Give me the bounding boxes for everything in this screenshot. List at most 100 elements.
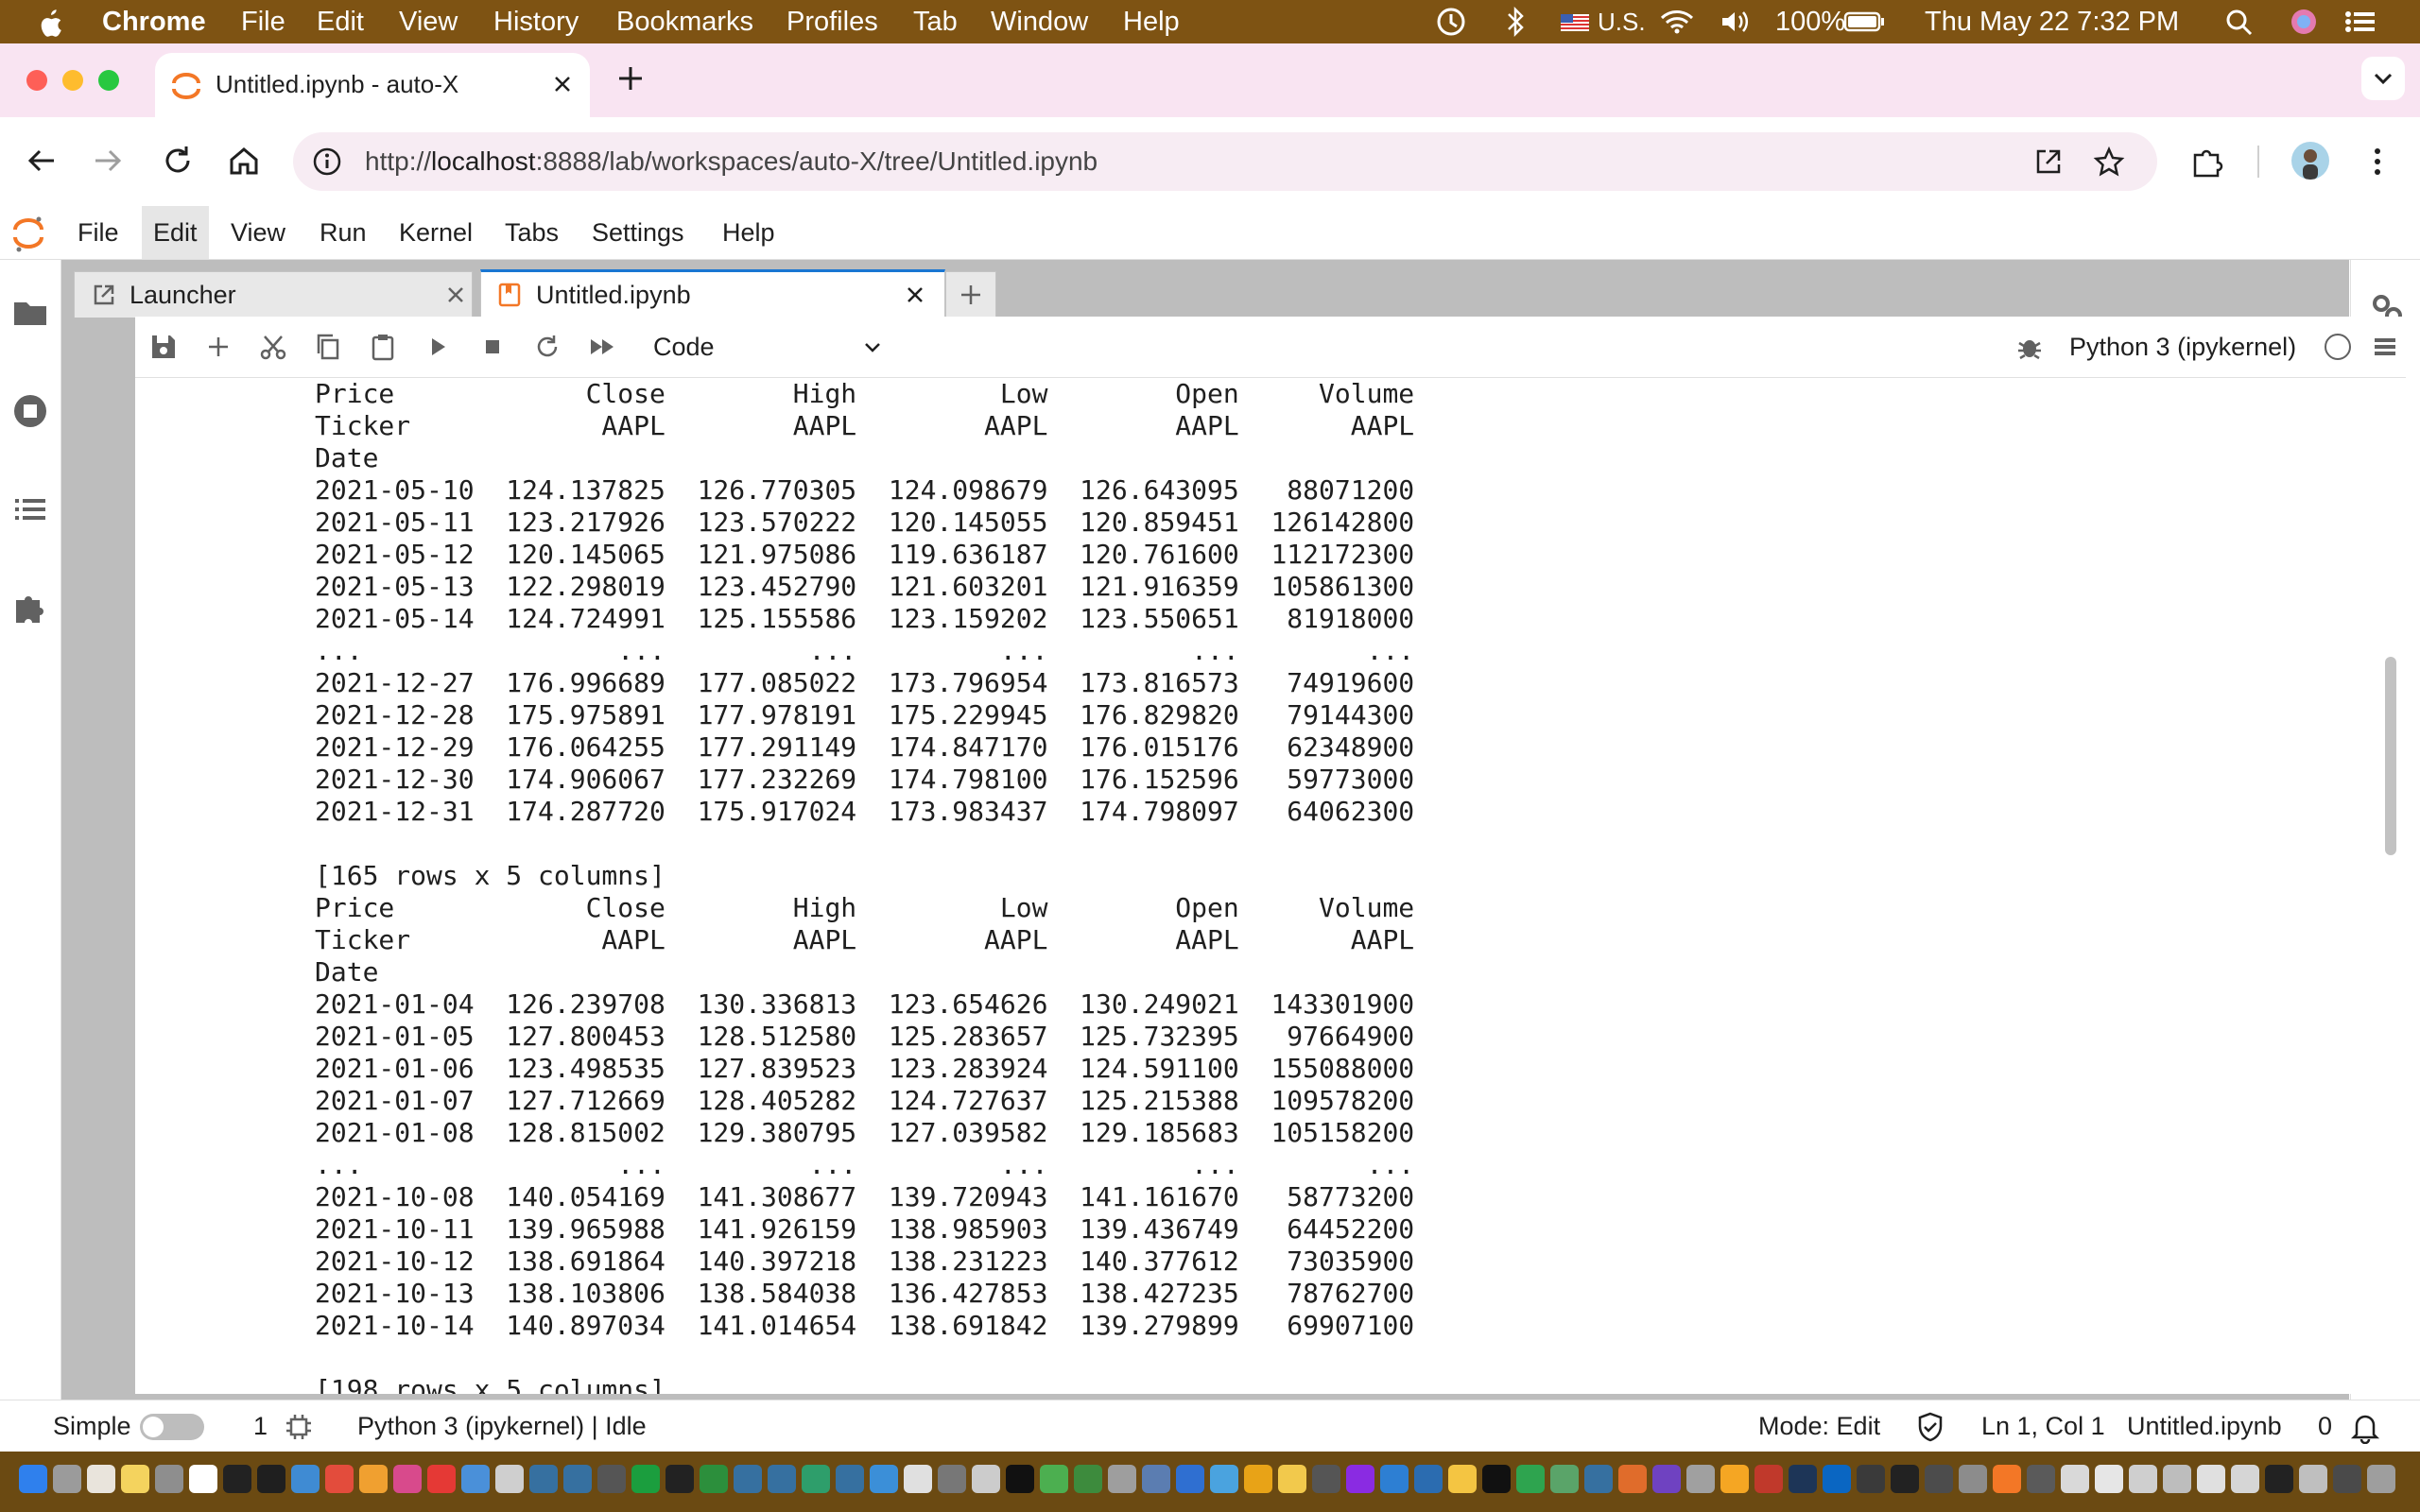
kernel-status-text[interactable]: Python 3 (ipykernel) | Idle — [357, 1400, 647, 1452]
dock-youtube-icon[interactable] — [427, 1465, 456, 1493]
dock-app-icon[interactable] — [631, 1465, 660, 1493]
address-bar[interactable]: http://localhost:8888/lab/workspaces/aut… — [293, 132, 2157, 191]
tab-untitled-notebook[interactable]: Untitled.ipynb — [480, 269, 945, 320]
jupyter-menu-view[interactable]: View — [219, 206, 297, 259]
dock-jupyter-icon[interactable] — [1993, 1465, 2021, 1493]
dock-app-icon[interactable] — [2163, 1465, 2191, 1493]
kernel-chip-icon[interactable] — [284, 1412, 314, 1442]
file-browser-folder-icon[interactable] — [11, 294, 49, 332]
kernel-name[interactable]: Python 3 (ipykernel) — [2069, 317, 2296, 377]
dock-calendar-icon[interactable] — [87, 1465, 115, 1493]
dock-app-icon[interactable] — [1720, 1465, 1749, 1493]
dock-app-icon[interactable] — [1959, 1465, 1987, 1493]
volume-icon[interactable] — [1719, 0, 1753, 43]
jupyter-menu-file[interactable]: File — [66, 206, 130, 259]
dock-app-icon[interactable] — [1925, 1465, 1953, 1493]
wifi-icon[interactable] — [1658, 0, 1696, 43]
menubar-edit[interactable]: Edit — [317, 0, 364, 43]
new-tab-icon[interactable] — [614, 62, 647, 94]
cut-icon[interactable] — [258, 332, 288, 362]
dock-app-icon[interactable] — [1278, 1465, 1306, 1493]
dock-trash-icon[interactable] — [2367, 1465, 2395, 1493]
dock-app-icon[interactable] — [700, 1465, 728, 1493]
table-of-contents-icon[interactable] — [11, 490, 49, 528]
dock-app-icon[interactable] — [1176, 1465, 1204, 1493]
menubar-help[interactable]: Help — [1123, 0, 1180, 43]
dock-app-icon[interactable] — [1584, 1465, 1613, 1493]
copy-icon[interactable] — [313, 332, 343, 362]
dock-github-icon[interactable] — [223, 1465, 251, 1493]
home-icon[interactable] — [225, 142, 263, 180]
extension-manager-puzzle-icon[interactable] — [11, 589, 49, 627]
apple-menu-icon[interactable] — [36, 0, 64, 43]
dock-settings-icon[interactable] — [155, 1465, 183, 1493]
jupyter-menu-edit[interactable]: Edit — [142, 206, 209, 259]
dock-app-icon[interactable] — [1108, 1465, 1136, 1493]
restart-run-all-icon[interactable] — [587, 332, 617, 362]
dock-linkedin-icon[interactable] — [1823, 1465, 1851, 1493]
dock-app-icon[interactable] — [597, 1465, 626, 1493]
siri-icon[interactable] — [2288, 0, 2320, 43]
dock-app-icon[interactable] — [2129, 1465, 2157, 1493]
dock-app-icon[interactable] — [291, 1465, 320, 1493]
dock-app-icon[interactable] — [2265, 1465, 2293, 1493]
dock-vscode-icon[interactable] — [1380, 1465, 1409, 1493]
dock-app-icon[interactable] — [495, 1465, 524, 1493]
dock-app-icon[interactable] — [1686, 1465, 1715, 1493]
dock-python-icon[interactable] — [734, 1465, 762, 1493]
trusted-shield-icon[interactable] — [1915, 1411, 1945, 1443]
cursor-position[interactable]: Ln 1, Col 1 — [1981, 1400, 2105, 1452]
dock-app-icon[interactable] — [1516, 1465, 1545, 1493]
dock-python-icon[interactable] — [836, 1465, 864, 1493]
dock-app-icon[interactable] — [1074, 1465, 1102, 1493]
menubar-file[interactable]: File — [241, 0, 285, 43]
extensions-icon[interactable] — [2189, 144, 2225, 180]
dock-app-icon[interactable] — [1789, 1465, 1817, 1493]
more-options-icon[interactable] — [2370, 332, 2400, 362]
dock-app-icon[interactable] — [1891, 1465, 1919, 1493]
new-launcher-tab-button[interactable] — [945, 271, 996, 318]
dock-sqlite-icon[interactable] — [904, 1465, 932, 1493]
dock-app-icon[interactable] — [2231, 1465, 2259, 1493]
dock-python-icon[interactable] — [768, 1465, 796, 1493]
dock-app-icon[interactable] — [1550, 1465, 1579, 1493]
dock-app-icon[interactable] — [1346, 1465, 1374, 1493]
back-icon[interactable] — [23, 142, 60, 180]
dock-app-icon[interactable] — [1312, 1465, 1340, 1493]
profile-avatar-icon[interactable] — [2291, 142, 2329, 180]
dock-chrome-icon[interactable] — [325, 1465, 354, 1493]
menubar-bookmarks[interactable]: Bookmarks — [616, 0, 753, 43]
notebook-tab-close-icon[interactable] — [905, 284, 925, 305]
run-cell-icon[interactable] — [423, 332, 453, 362]
dock-app-icon[interactable] — [938, 1465, 966, 1493]
dock-app-icon[interactable] — [1482, 1465, 1511, 1493]
dock-app-icon[interactable] — [1244, 1465, 1272, 1493]
menubar-app-name[interactable]: Chrome — [102, 0, 206, 43]
paste-icon[interactable] — [368, 332, 398, 362]
simple-mode-toggle[interactable] — [140, 1414, 204, 1440]
menubar-window[interactable]: Window — [991, 0, 1088, 43]
dock-app-icon[interactable] — [1754, 1465, 1783, 1493]
insert-cell-icon[interactable] — [203, 332, 233, 362]
dock-notes-icon[interactable] — [121, 1465, 149, 1493]
dock-app-icon[interactable] — [189, 1465, 217, 1493]
window-minimize-button[interactable] — [62, 70, 83, 91]
reload-icon[interactable] — [159, 142, 197, 180]
chrome-menu-icon[interactable] — [2363, 144, 2392, 180]
dock-app-icon[interactable] — [2027, 1465, 2055, 1493]
bookmark-star-icon[interactable] — [2093, 146, 2125, 178]
dock-app-icon[interactable] — [359, 1465, 388, 1493]
jupyter-menu-kernel[interactable]: Kernel — [388, 206, 484, 259]
jupyter-menu-settings[interactable]: Settings — [580, 206, 696, 259]
restart-kernel-icon[interactable] — [532, 332, 562, 362]
window-zoom-button[interactable] — [98, 70, 119, 91]
notification-bell-icon[interactable] — [2348, 1410, 2382, 1444]
dock-launchpad-icon[interactable] — [53, 1465, 81, 1493]
vertical-scrollbar[interactable] — [2385, 657, 2396, 855]
dock-app-icon[interactable] — [2095, 1465, 2123, 1493]
menubar-history[interactable]: History — [493, 0, 579, 43]
time-machine-icon[interactable] — [1433, 0, 1469, 43]
url-text[interactable]: http://localhost:8888/lab/workspaces/aut… — [365, 132, 1098, 191]
cell-type-dropdown[interactable]: Code — [653, 317, 715, 377]
menubar-tab[interactable]: Tab — [913, 0, 958, 43]
